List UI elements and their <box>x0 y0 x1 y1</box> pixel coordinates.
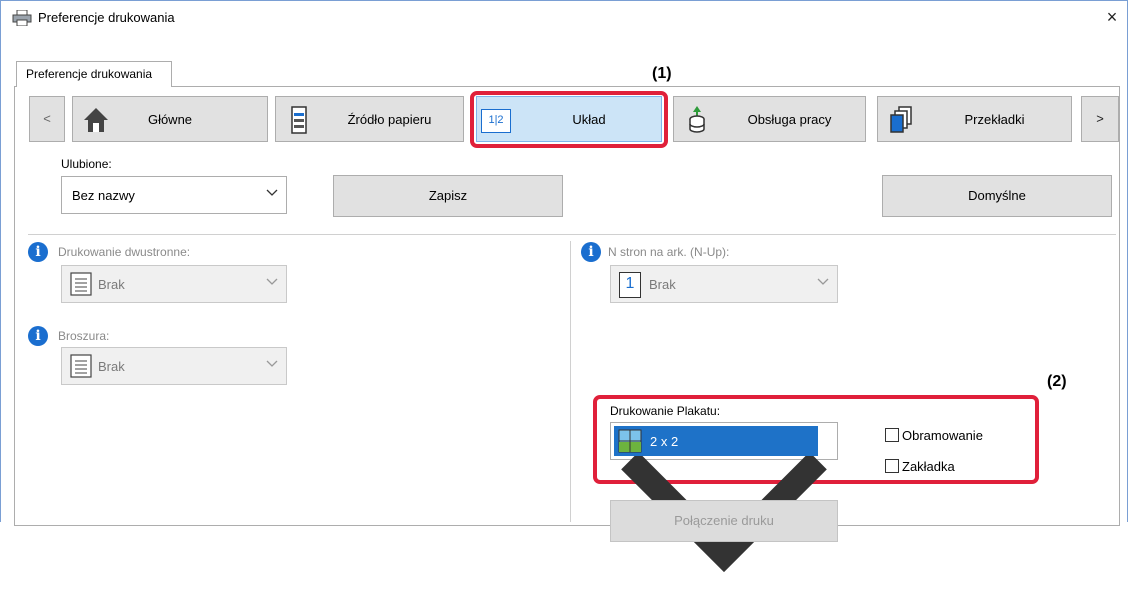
nup-label: N stron na ark. (N-Up): <box>608 245 730 259</box>
window-title: Preferencje drukowania <box>38 10 175 25</box>
booklet-select[interactable]: Brak <box>61 347 287 385</box>
tab-print-preferences[interactable]: Preferencje drukowania <box>16 61 172 87</box>
callout-1: (1) <box>652 65 672 82</box>
chevron-down-icon <box>266 278 278 285</box>
nav-prev-button[interactable]: < <box>29 96 65 142</box>
favorites-label: Ulubione: <box>61 157 112 171</box>
poster-label: Drukowanie Plakatu: <box>610 404 721 418</box>
window-border <box>0 36 1 522</box>
chevron-down-icon <box>817 278 829 285</box>
defaults-button[interactable]: Domyślne <box>882 175 1112 217</box>
callout-2: (2) <box>1047 373 1067 390</box>
poster-select[interactable]: 2 x 2 <box>610 422 838 573</box>
poster-selected-value: 2 x 2 <box>614 426 818 456</box>
divider <box>570 241 571 522</box>
info-icon: i <box>581 242 601 262</box>
printer-icon <box>12 10 32 26</box>
border-checkbox-label: Obramowanie <box>902 428 983 443</box>
document-icon <box>70 272 92 296</box>
tab-checkbox[interactable] <box>885 459 899 473</box>
single-page-icon: 1 <box>619 272 641 298</box>
highlight-box-layout <box>470 91 668 148</box>
border-checkbox[interactable] <box>885 428 899 442</box>
tab-checkbox-label: Zakładka <box>902 459 955 474</box>
nav-item-paper-source[interactable]: Źródło papieru <box>275 96 464 142</box>
nav-next-button[interactable]: > <box>1081 96 1119 142</box>
nav-item-job-handling[interactable]: Obsługa pracy <box>673 96 866 142</box>
info-icon: i <box>28 242 48 262</box>
favorites-select[interactable]: Bez nazwy <box>61 176 287 214</box>
save-button[interactable]: Zapisz <box>333 175 563 217</box>
nav-item-main[interactable]: Główne <box>72 96 268 142</box>
divider <box>28 234 1116 235</box>
document-icon <box>70 354 92 378</box>
join-print-button[interactable]: Połączenie druku <box>610 500 838 542</box>
duplex-select[interactable]: Brak <box>61 265 287 303</box>
info-icon: i <box>28 326 48 346</box>
duplex-label: Drukowanie dwustronne: <box>58 245 191 259</box>
poster-icon <box>618 429 642 453</box>
nav-item-inserts[interactable]: Przekładki <box>877 96 1072 142</box>
chevron-down-icon <box>266 189 278 196</box>
close-button[interactable]: × <box>1100 6 1124 28</box>
booklet-label: Broszura: <box>58 329 110 343</box>
nup-select[interactable]: 1 Brak <box>610 265 838 303</box>
chevron-down-icon <box>266 360 278 367</box>
